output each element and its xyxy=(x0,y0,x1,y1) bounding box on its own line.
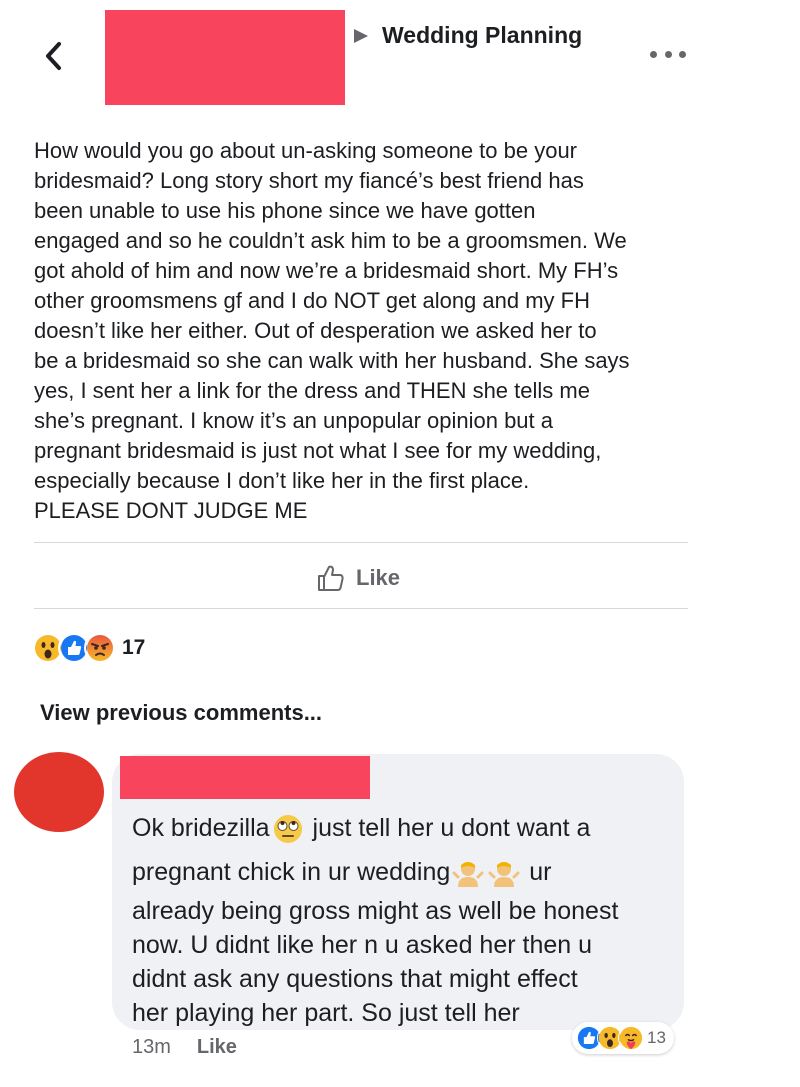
more-dot xyxy=(664,50,672,58)
more-dot xyxy=(679,50,686,58)
commenter-avatar[interactable] xyxy=(14,752,104,832)
comment-segment: just tell her u dont want a xyxy=(305,814,591,842)
comment-line: pregnant chick in ur wedding ur xyxy=(132,850,672,894)
chevron-left-icon xyxy=(46,42,61,70)
post-body: How would you go about un-asking someone… xyxy=(34,136,744,526)
comment-reactions[interactable]: 13 xyxy=(572,1022,674,1054)
group-name-link[interactable]: Wedding Planning xyxy=(382,22,582,49)
thumbs-up-outline-icon xyxy=(318,565,344,591)
comment-line: didnt ask any questions that might effec… xyxy=(132,965,578,993)
post-header: Wedding Planning xyxy=(0,0,800,110)
eye-roll-emoji-icon xyxy=(272,813,304,845)
comment-line: already being gross might as well be hon… xyxy=(132,897,619,925)
comment-timestamp: 13m xyxy=(132,1036,171,1058)
breadcrumb: Wedding Planning xyxy=(348,22,582,49)
reaction-count: 17 xyxy=(122,636,146,659)
post-closing-text: PLEASE DONT JUDGE ME xyxy=(34,498,308,523)
more-dots-icon xyxy=(650,50,657,58)
divider xyxy=(34,608,688,609)
comment-segment: Ok bridezilla xyxy=(132,814,270,842)
comment-line: now. U didnt like her n u asked her then… xyxy=(132,931,593,959)
comment-meta: 13m Like xyxy=(132,1036,237,1059)
person-shrugging-icon xyxy=(488,857,520,889)
like-button[interactable]: Like xyxy=(316,562,400,594)
comment-text: Ok bridezilla just tell her u dont want … xyxy=(132,806,672,1030)
commenter-name-redaction xyxy=(120,756,370,799)
like-label: Like xyxy=(356,565,401,590)
comment-like-button[interactable]: Like xyxy=(197,1036,237,1059)
comment-segment: ur xyxy=(522,858,552,886)
post-reactions[interactable]: 17 xyxy=(32,630,145,666)
author-name-redaction xyxy=(105,10,345,105)
person-shrugging-icon xyxy=(452,857,484,889)
more-options-button[interactable] xyxy=(650,46,686,62)
back-button[interactable] xyxy=(36,36,70,76)
divider xyxy=(34,542,688,543)
angry-reaction-icon xyxy=(84,632,116,664)
triangle-right-icon xyxy=(348,25,374,47)
comment-reaction-count: 13 xyxy=(647,1028,666,1047)
comment-line: Ok bridezilla just tell her u dont want … xyxy=(132,806,672,850)
post-body-text: How would you go about un-asking someone… xyxy=(34,138,630,493)
comment-segment: pregnant chick in ur wedding xyxy=(132,858,451,886)
view-previous-comments-link[interactable]: View previous comments... xyxy=(40,700,322,726)
care-reaction-icon xyxy=(618,1025,644,1051)
